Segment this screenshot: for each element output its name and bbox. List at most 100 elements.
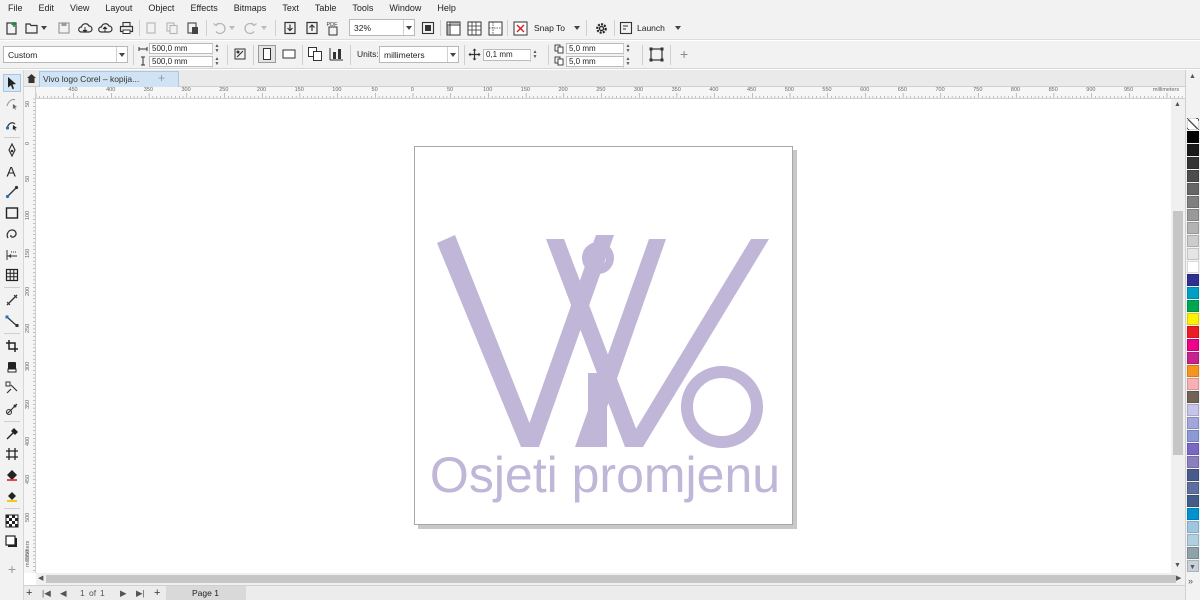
page-border-icon[interactable]: [328, 46, 345, 62]
color-swatch[interactable]: [1187, 456, 1199, 468]
menu-file[interactable]: File: [0, 0, 31, 16]
units-dropdown-arrow[interactable]: [447, 47, 458, 62]
landscape-button[interactable]: [280, 45, 298, 63]
scroll-down-icon[interactable]: ▼: [1174, 562, 1181, 569]
mesh-fill-tool-icon[interactable]: [3, 445, 21, 463]
page-height-input[interactable]: 500,0 mm: [149, 56, 213, 67]
color-swatch[interactable]: [1187, 313, 1199, 325]
first-page-icon[interactable]: |◀: [42, 586, 51, 600]
parallel-dimension-tool-icon[interactable]: [3, 291, 21, 309]
next-page-icon[interactable]: ▶: [120, 586, 127, 600]
vertical-ruler[interactable]: 50050100150200250300350400450500550600mi…: [24, 87, 36, 573]
full-screen-preview-icon[interactable]: [420, 19, 436, 37]
redo-icon[interactable]: [243, 19, 259, 37]
menu-bitmaps[interactable]: Bitmaps: [226, 0, 275, 16]
menu-window[interactable]: Window: [381, 0, 429, 16]
interactive-fill-tool-icon[interactable]: [3, 466, 21, 484]
color-swatch[interactable]: [1187, 352, 1199, 364]
zoom-level-dropdown[interactable]: 32%: [349, 19, 415, 36]
color-swatch[interactable]: [1187, 196, 1199, 208]
rectangle-tool-icon[interactable]: [3, 204, 21, 222]
connector-tool-icon[interactable]: [3, 312, 21, 330]
scroll-right-icon[interactable]: ▶: [1176, 574, 1181, 582]
export-icon[interactable]: [303, 19, 321, 37]
smart-fill-tool-icon[interactable]: [3, 487, 21, 505]
vertical-scroll-thumb[interactable]: [1173, 211, 1183, 455]
spiral-tool-icon[interactable]: [3, 225, 21, 243]
previous-page-icon[interactable]: ◀: [60, 586, 67, 600]
cut-icon[interactable]: [143, 19, 159, 37]
color-swatch[interactable]: [1187, 235, 1199, 247]
horizontal-scrollbar[interactable]: ◀ ▶: [36, 573, 1185, 585]
freehand-pick-tool-icon[interactable]: [3, 94, 21, 112]
open-dropdown-icon[interactable]: [40, 19, 48, 37]
menu-table[interactable]: Table: [307, 0, 345, 16]
nudge-distance-input[interactable]: 0,1 mm: [483, 49, 531, 61]
page-size-dropdown[interactable]: Custom: [3, 46, 128, 63]
snap-to-dropdown-icon[interactable]: [573, 19, 581, 37]
color-swatch[interactable]: [1187, 261, 1199, 273]
portrait-button[interactable]: [258, 45, 276, 63]
menu-help[interactable]: Help: [429, 0, 464, 16]
color-swatch[interactable]: [1187, 482, 1199, 494]
menu-view[interactable]: View: [62, 0, 97, 16]
open-folder-icon[interactable]: [24, 19, 40, 37]
menu-effects[interactable]: Effects: [182, 0, 225, 16]
color-swatch[interactable]: [1187, 274, 1199, 286]
menu-object[interactable]: Object: [140, 0, 182, 16]
palette-scroll-down-icon[interactable]: ▼: [1189, 564, 1196, 571]
table-tool-icon[interactable]: [3, 266, 21, 284]
drawing-canvas[interactable]: Osjeti promjenu: [37, 100, 1185, 573]
color-swatch[interactable]: [1187, 417, 1199, 429]
dimension-tool-icon[interactable]: [3, 246, 21, 264]
vivo-logo[interactable]: Osjeti promjenu: [415, 147, 794, 526]
duplicate-x-spinner[interactable]: ▲ ▼: [623, 44, 632, 55]
all-pages-size-icon[interactable]: [232, 46, 248, 62]
vertical-scrollbar[interactable]: ▲ ▼: [1171, 99, 1185, 573]
menu-edit[interactable]: Edit: [31, 0, 63, 16]
color-swatch[interactable]: [1187, 144, 1199, 156]
color-swatch[interactable]: [1187, 248, 1199, 260]
color-swatch[interactable]: [1187, 183, 1199, 195]
import-icon[interactable]: [281, 19, 299, 37]
crop-tool-icon[interactable]: [3, 337, 21, 355]
menu-tools[interactable]: Tools: [344, 0, 381, 16]
publish-pdf-icon[interactable]: PDF: [324, 19, 342, 37]
add-page-before-icon[interactable]: +: [26, 586, 32, 600]
color-swatch[interactable]: [1187, 391, 1199, 403]
page-size-dropdown-arrow[interactable]: [116, 47, 127, 62]
color-swatch[interactable]: [1187, 378, 1199, 390]
scroll-left-icon[interactable]: ◀: [38, 574, 43, 582]
cloud-save-icon[interactable]: [76, 19, 94, 37]
page-tab[interactable]: Page 1: [166, 586, 246, 600]
new-tab-button[interactable]: +: [158, 71, 165, 85]
color-swatch[interactable]: [1187, 469, 1199, 481]
color-swatch[interactable]: [1187, 404, 1199, 416]
color-swatch[interactable]: [1187, 131, 1199, 143]
horizontal-scroll-thumb[interactable]: [46, 575, 1176, 583]
color-swatch[interactable]: [1187, 209, 1199, 221]
page-width-spinner[interactable]: ▲ ▼: [212, 44, 221, 55]
add-property-icon[interactable]: +: [680, 47, 688, 61]
undo-icon[interactable]: [211, 19, 227, 37]
options-gear-icon[interactable]: [592, 19, 610, 37]
treat-as-filled-icon[interactable]: [648, 46, 665, 63]
text-tool-icon[interactable]: A: [3, 162, 21, 180]
paste-icon[interactable]: [185, 19, 201, 37]
menu-layout[interactable]: Layout: [97, 0, 140, 16]
page-width-input[interactable]: 500,0 mm: [149, 43, 213, 54]
palette-expand-icon[interactable]: »: [1188, 576, 1193, 586]
show-grid-icon[interactable]: [465, 19, 483, 37]
transparency-tool-icon[interactable]: [3, 400, 21, 418]
add-page-after-icon[interactable]: +: [154, 586, 160, 600]
pick-tool-icon[interactable]: [3, 74, 21, 92]
color-swatch[interactable]: [1187, 170, 1199, 182]
launch-app-icon[interactable]: [618, 19, 634, 37]
color-swatch[interactable]: [1187, 443, 1199, 455]
color-swatch[interactable]: [1187, 300, 1199, 312]
redo-dropdown-icon[interactable]: [260, 19, 268, 37]
duplicate-y-spinner[interactable]: ▲ ▼: [623, 57, 632, 68]
customize-toolbox-icon[interactable]: +: [3, 560, 21, 578]
duplicate-distance-y-input[interactable]: 5,0 mm: [566, 56, 624, 67]
save-icon[interactable]: [56, 19, 72, 37]
